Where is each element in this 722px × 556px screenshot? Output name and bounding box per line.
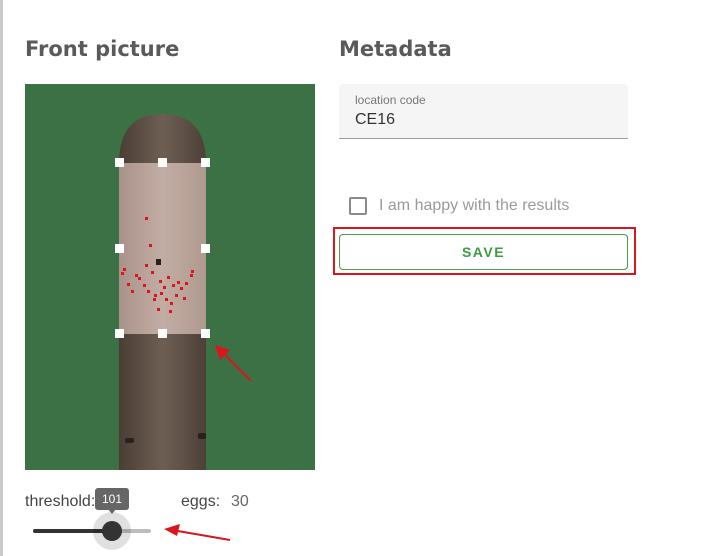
location-code-label: location code: [355, 93, 426, 107]
window-edge: [0, 0, 3, 556]
threshold-slider[interactable]: [33, 512, 151, 550]
slider-thumb[interactable]: [102, 521, 122, 541]
happy-checkbox[interactable]: [349, 197, 367, 215]
slider-value-tooltip: 101: [95, 488, 129, 514]
front-picture-image: [25, 84, 315, 470]
front-picture-title: Front picture: [25, 37, 180, 61]
location-code-field[interactable]: location code CE16: [339, 84, 628, 139]
selection-region: [119, 163, 206, 334]
location-code-value[interactable]: CE16: [355, 111, 395, 129]
annotation-arrow-slider: [164, 524, 231, 541]
metadata-title: Metadata: [339, 37, 452, 61]
eggs-count: 30: [231, 493, 249, 510]
eggs-label: eggs:: [181, 493, 221, 510]
save-button[interactable]: SAVE: [339, 234, 628, 270]
happy-checkbox-label[interactable]: I am happy with the results: [379, 197, 569, 215]
